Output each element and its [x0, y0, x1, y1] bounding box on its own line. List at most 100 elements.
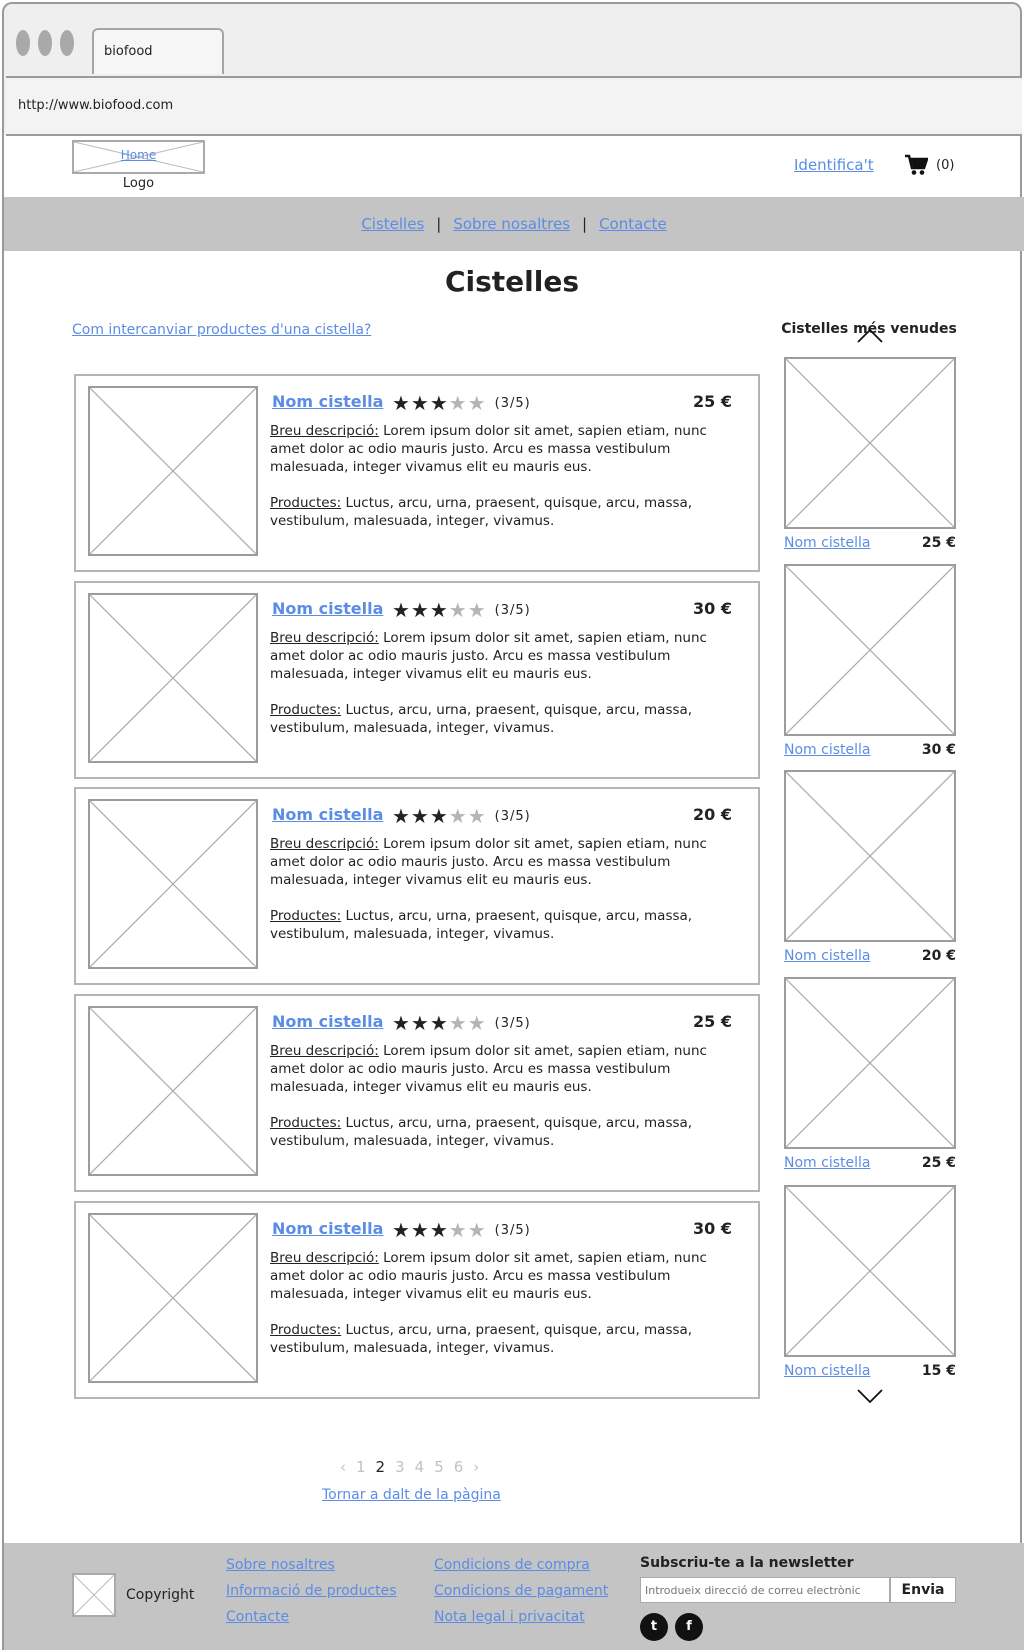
best-seller-info: Nom cistella 15 €: [784, 1363, 956, 1379]
best-seller-name-link[interactable]: Nom cistella: [784, 535, 870, 551]
home-link[interactable]: Home: [74, 148, 203, 162]
browser-tab[interactable]: biofood: [92, 28, 224, 74]
cart-count: (0): [936, 157, 955, 173]
best-seller-item: Nom cistella 20 €: [784, 770, 956, 964]
product-image[interactable]: [88, 386, 258, 556]
image-placeholder-icon: [90, 388, 256, 554]
contents-label: Productes:: [270, 702, 342, 718]
page-4-link[interactable]: 4: [415, 1458, 425, 1476]
best-seller-image[interactable]: [784, 770, 956, 942]
product-image[interactable]: [88, 593, 258, 763]
best-seller-info: Nom cistella 25 €: [784, 535, 956, 551]
newsletter-email-input[interactable]: [640, 1577, 890, 1603]
footer-link-products-info[interactable]: Informació de productes: [226, 1583, 397, 1599]
cart-button[interactable]: (0): [904, 154, 954, 176]
product-contents: Productes: Luctus, arcu, urna, praesent,…: [270, 1321, 740, 1357]
footer-links-legal: Condicions de compra Condicions de pagam…: [434, 1557, 608, 1625]
window-close-button[interactable]: [16, 30, 30, 56]
footer-link-payment-terms[interactable]: Condicions de pagament: [434, 1583, 608, 1599]
best-seller-name-link[interactable]: Nom cistella: [784, 742, 870, 758]
page-1-link[interactable]: 1: [356, 1458, 366, 1476]
product-image[interactable]: [88, 1213, 258, 1383]
product-price: 30 €: [693, 1219, 732, 1238]
nav-item-cistelles[interactable]: Cistelles: [361, 215, 424, 233]
login-link[interactable]: Identifica't: [794, 156, 874, 174]
best-seller-item: Nom cistella 25 €: [784, 357, 956, 551]
star-filled-icon: ★★★: [392, 391, 449, 415]
product-card: Nom cistella ★★★ ★★ (3/5) 20 € Breu descripci…: [74, 787, 760, 985]
product-name-link[interactable]: Nom cistella: [272, 1012, 383, 1031]
newsletter-submit-button[interactable]: Envia: [890, 1577, 956, 1603]
product-description: Breu descripció: Lorem ipsum dolor sit a…: [270, 629, 740, 683]
product-name-link[interactable]: Nom cistella: [272, 805, 383, 824]
best-seller-image[interactable]: [784, 357, 956, 529]
facebook-icon[interactable]: f: [675, 1613, 703, 1641]
product-description: Breu descripció: Lorem ipsum dolor sit a…: [270, 422, 740, 476]
best-seller-name-link[interactable]: Nom cistella: [784, 948, 870, 964]
product-card: Nom cistella ★★★ ★★ (3/5) 25 € Breu descripci…: [74, 374, 760, 572]
rating-text: (3/5): [494, 1222, 531, 1238]
product-description: Breu descripció: Lorem ipsum dolor sit a…: [270, 835, 740, 889]
window-maximize-button[interactable]: [60, 30, 74, 56]
best-seller-image[interactable]: [784, 977, 956, 1149]
rating-stars: ★★★ ★★ (3/5): [392, 598, 531, 622]
product-name-link[interactable]: Nom cistella: [272, 392, 383, 411]
chevron-down-icon[interactable]: [856, 1388, 884, 1404]
product-card: Nom cistella ★★★ ★★ (3/5) 30 € Breu descripci…: [74, 581, 760, 779]
best-seller-image[interactable]: [784, 564, 956, 736]
description-label: Breu descripció:: [270, 1043, 379, 1059]
twitter-icon[interactable]: t: [640, 1613, 668, 1641]
footer-link-legal-privacy[interactable]: Nota legal i privacitat: [434, 1609, 608, 1625]
page-6-link[interactable]: 6: [454, 1458, 464, 1476]
product-name-link[interactable]: Nom cistella: [272, 599, 383, 618]
rating-stars: ★★★ ★★ (3/5): [392, 391, 531, 415]
description-label: Breu descripció:: [270, 1250, 379, 1266]
nav-item-contacte[interactable]: Contacte: [599, 215, 667, 233]
footer: Copyright Sobre nosaltres Informació de …: [4, 1543, 1024, 1650]
page-2-link[interactable]: 2: [376, 1458, 386, 1476]
page-title: Cistelles: [444, 265, 580, 298]
best-seller-item: Nom cistella 15 €: [784, 1185, 956, 1379]
image-placeholder-icon: [786, 359, 954, 527]
best-seller-name-link[interactable]: Nom cistella: [784, 1363, 870, 1379]
product-name-link[interactable]: Nom cistella: [272, 1219, 383, 1238]
footer-link-purchase-terms[interactable]: Condicions de compra: [434, 1557, 608, 1573]
window-minimize-button[interactable]: [38, 30, 52, 56]
best-seller-price: 15 €: [921, 1363, 956, 1379]
best-seller-item: Nom cistella 25 €: [784, 977, 956, 1171]
best-seller-name-link[interactable]: Nom cistella: [784, 1155, 870, 1171]
logo-label: Logo: [122, 176, 155, 191]
back-to-top-link[interactable]: Tornar a dalt de la pàgina: [322, 1487, 501, 1503]
description-label: Breu descripció:: [270, 630, 379, 646]
image-placeholder-icon: [90, 595, 256, 761]
pagination-prev-button[interactable]: ‹: [340, 1458, 346, 1476]
best-seller-price: 20 €: [921, 948, 956, 964]
rating-stars: ★★★ ★★ (3/5): [392, 1011, 531, 1035]
star-filled-icon: ★★★: [392, 1011, 449, 1035]
logo[interactable]: Home: [72, 140, 205, 174]
best-seller-item: Nom cistella 30 €: [784, 564, 956, 758]
product-image[interactable]: [88, 1006, 258, 1176]
page-5-link[interactable]: 5: [434, 1458, 444, 1476]
product-card: Nom cistella ★★★ ★★ (3/5) 25 € Breu descripci…: [74, 994, 760, 1192]
product-price: 25 €: [693, 1012, 732, 1031]
star-empty-icon: ★★: [448, 598, 487, 622]
product-contents: Productes: Luctus, arcu, urna, praesent,…: [270, 701, 740, 737]
best-seller-image[interactable]: [784, 1185, 956, 1357]
chevron-up-icon[interactable]: [856, 328, 884, 344]
footer-link-contact[interactable]: Contacte: [226, 1609, 397, 1625]
exchange-help-link[interactable]: Com intercanviar productes d'una cistell…: [72, 322, 371, 338]
page-3-link[interactable]: 3: [395, 1458, 405, 1476]
shopping-cart-icon: [905, 154, 928, 175]
nav-item-sobre-nosaltres[interactable]: Sobre nosaltres: [453, 215, 570, 233]
address-bar[interactable]: http://www.biofood.com: [6, 76, 1022, 136]
main-nav: Cistelles | Sobre nosaltres | Contacte: [4, 197, 1024, 251]
pagination-next-button[interactable]: ›: [473, 1458, 479, 1476]
product-price: 30 €: [693, 599, 732, 618]
star-empty-icon: ★★: [448, 804, 487, 828]
footer-link-about[interactable]: Sobre nosaltres: [226, 1557, 397, 1573]
product-image[interactable]: [88, 799, 258, 969]
footer-logo: [72, 1573, 116, 1617]
product-description: Breu descripció: Lorem ipsum dolor sit a…: [270, 1249, 740, 1303]
contents-label: Productes:: [270, 495, 342, 511]
